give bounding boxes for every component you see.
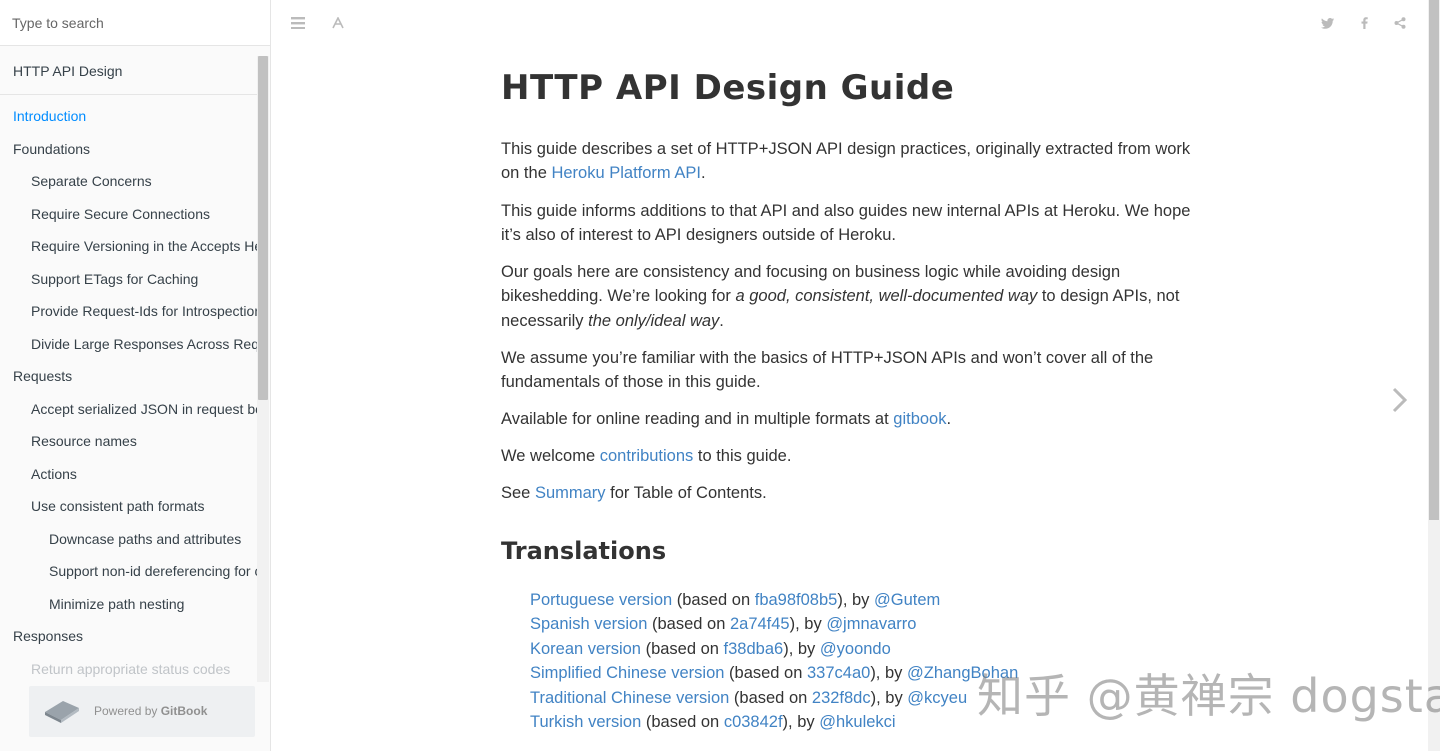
commit-link[interactable]: 2a74f45 [730,615,790,633]
sidebar-item[interactable]: Actions [0,459,257,492]
page-scrollbar-thumb[interactable] [1429,0,1439,520]
summary-link[interactable]: Summary [535,484,606,502]
table-of-contents: HTTP API Design Introduction Foundations S… [0,46,257,686]
font-icon [332,17,344,29]
twitter-share-button[interactable] [1316,12,1338,34]
sidebar-scrollbar[interactable] [257,56,269,682]
by-text: ), by [870,688,908,707]
gitbook-link[interactable]: gitbook [893,410,946,428]
sidebar-item[interactable]: Support non-id dereferencing for conveni… [0,556,257,589]
commit-link[interactable]: fba98f08b5 [755,591,838,609]
sidebar-item[interactable]: Downcase paths and attributes [0,524,257,557]
sidebar-item[interactable]: Resource names [0,426,257,459]
translation-version-link[interactable]: Simplified Chinese version [530,664,724,682]
contributions-paragraph: We welcome contributions to this guide. [501,447,792,465]
sidebar-item[interactable]: Introduction [0,101,257,134]
scope-paragraph: This guide informs additions to that API… [501,202,1191,245]
toc-list: Introduction Foundations Separate Concerns… [0,95,257,686]
sidebar: HTTP API Design IntroductionFoundationsS… [0,0,271,751]
sidebar-item[interactable]: Require Versioning in the Accepts Header [0,231,257,264]
page-scrollbar[interactable] [1428,0,1440,751]
translation-item: Portuguese version (based on fba98f08b5)… [530,588,1210,612]
by-text: ), by [782,712,820,731]
next-page-button[interactable] [1386,383,1412,417]
twitter-icon [1320,17,1334,29]
author-link[interactable]: @kcyeu [907,689,967,707]
assumptions-paragraph: We assume you’re familiar with the basic… [501,349,1154,392]
facebook-icon [1361,17,1368,29]
intro-paragraph: This guide describes a set of HTTP+JSON … [501,140,1191,183]
commit-link[interactable]: 337c4a0 [807,664,870,682]
sidebar-item[interactable]: Foundations [0,134,257,167]
sidebar-item[interactable]: Return appropriate status codes [0,654,257,687]
translations-heading: Translations [501,537,667,565]
share-icon [1394,17,1406,29]
translation-version-link[interactable]: Turkish version [530,713,641,731]
facebook-share-button[interactable] [1353,12,1375,34]
powered-by-gitbook-link[interactable]: Powered by GitBook [29,686,255,737]
commit-link[interactable]: c03842f [724,713,783,731]
summary-paragraph: See Summary for Table of Contents. [501,484,767,502]
sidebar-item[interactable]: Minimize path nesting [0,589,257,622]
based-on-text: (based on [640,639,724,658]
sidebar-item[interactable]: Require Secure Connections [0,199,257,232]
translation-item: Spanish version (based on 2a74f45), by @… [530,612,1210,636]
sidebar-scrollbar-thumb[interactable] [258,56,268,400]
sidebar-item[interactable]: Responses [0,621,257,654]
by-text: ), by [783,639,820,658]
search-input[interactable] [0,0,270,45]
toggle-sidebar-button[interactable] [287,12,309,34]
based-on-text: (based on [724,664,807,683]
translation-item: Korean version (based on f38dba6), by @y… [530,637,1210,661]
translation-version-link[interactable]: Portuguese version [530,591,672,609]
goals-paragraph: Our goals here are consistency and focus… [501,263,1180,330]
gitbook-brand: GitBook [160,704,208,718]
powered-by-label: Powered by [94,704,158,718]
font-settings-button[interactable] [327,12,349,34]
sidebar-item[interactable]: Support ETags for Caching [0,264,257,297]
sidebar-item[interactable]: Accept serialized JSON in request bodies [0,394,257,427]
author-link[interactable]: @Gutem [874,591,940,609]
search-bar [0,0,270,46]
translation-version-link[interactable]: Spanish version [530,615,647,633]
author-link[interactable]: @hkulekci [819,713,895,731]
based-on-text: (based on [729,688,812,707]
author-link[interactable]: @yoondo [820,640,891,658]
share-button[interactable] [1389,12,1411,34]
based-on-text: (based on [672,591,755,609]
sidebar-item[interactable]: Divide Large Responses Across Requests w… [0,329,257,362]
commit-link[interactable]: f38dba6 [724,640,784,658]
page-content: HTTP API Design Guide This guide describ… [501,64,1201,731]
sidebar-item[interactable]: Separate Concerns [0,166,257,199]
gitbook-logo-icon [45,701,79,723]
based-on-text: (based on [647,615,730,634]
translation-version-link[interactable]: Traditional Chinese version [530,689,729,707]
formats-paragraph: Available for online reading and in mult… [501,410,952,428]
by-text: ), by [837,591,875,609]
sidebar-item[interactable]: Provide Request-Ids for Introspection [0,296,257,329]
book-title-link[interactable]: HTTP API Design [0,46,257,95]
by-text: ), by [789,615,827,634]
sidebar-item[interactable]: Use consistent path formats [0,491,257,524]
author-link[interactable]: @jmnavarro [826,615,916,633]
by-text: ), by [870,664,907,683]
watermark: 知乎 @黄禅宗 dogstar [977,669,1440,723]
page-title: HTTP API Design Guide [501,68,955,108]
contributions-link[interactable]: contributions [600,447,694,465]
sidebar-item[interactable]: Requests [0,361,257,394]
chevron-right-icon [1392,387,1408,413]
commit-link[interactable]: 232f8dc [812,689,871,707]
translation-version-link[interactable]: Korean version [530,640,641,658]
based-on-text: (based on [641,712,724,731]
menu-icon [291,17,305,29]
heroku-platform-api-link[interactable]: Heroku Platform API [551,164,700,182]
